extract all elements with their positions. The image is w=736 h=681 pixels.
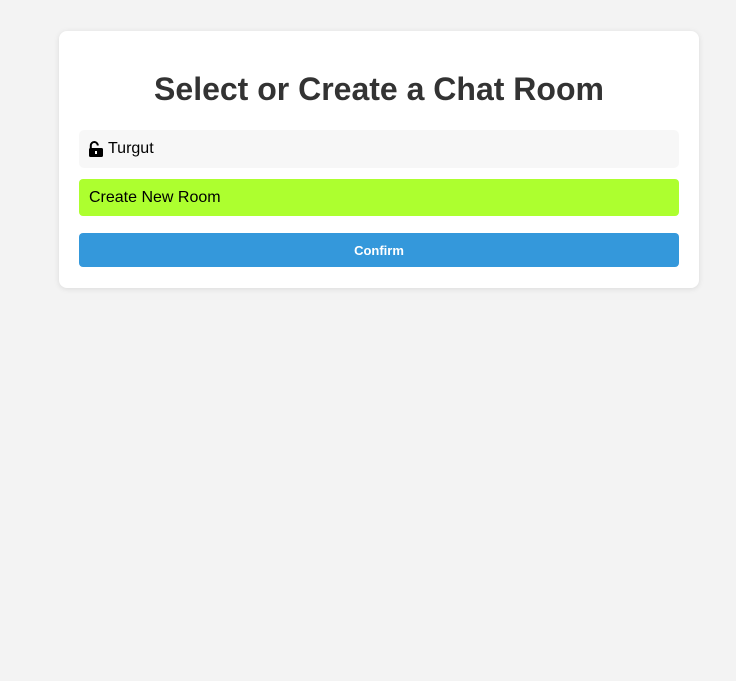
page-title: Select or Create a Chat Room: [154, 71, 604, 107]
unlocked-padlock-icon: [89, 141, 103, 157]
room-selection-card: Select or Create a Chat Room Turgut Crea…: [59, 31, 699, 288]
room-name: Turgut: [108, 140, 154, 157]
create-new-room-label: Create New Room: [89, 188, 221, 206]
room-item-turgut[interactable]: Turgut: [79, 130, 679, 168]
confirm-button[interactable]: Confirm: [79, 233, 679, 267]
create-new-room-item[interactable]: Create New Room: [79, 179, 679, 216]
